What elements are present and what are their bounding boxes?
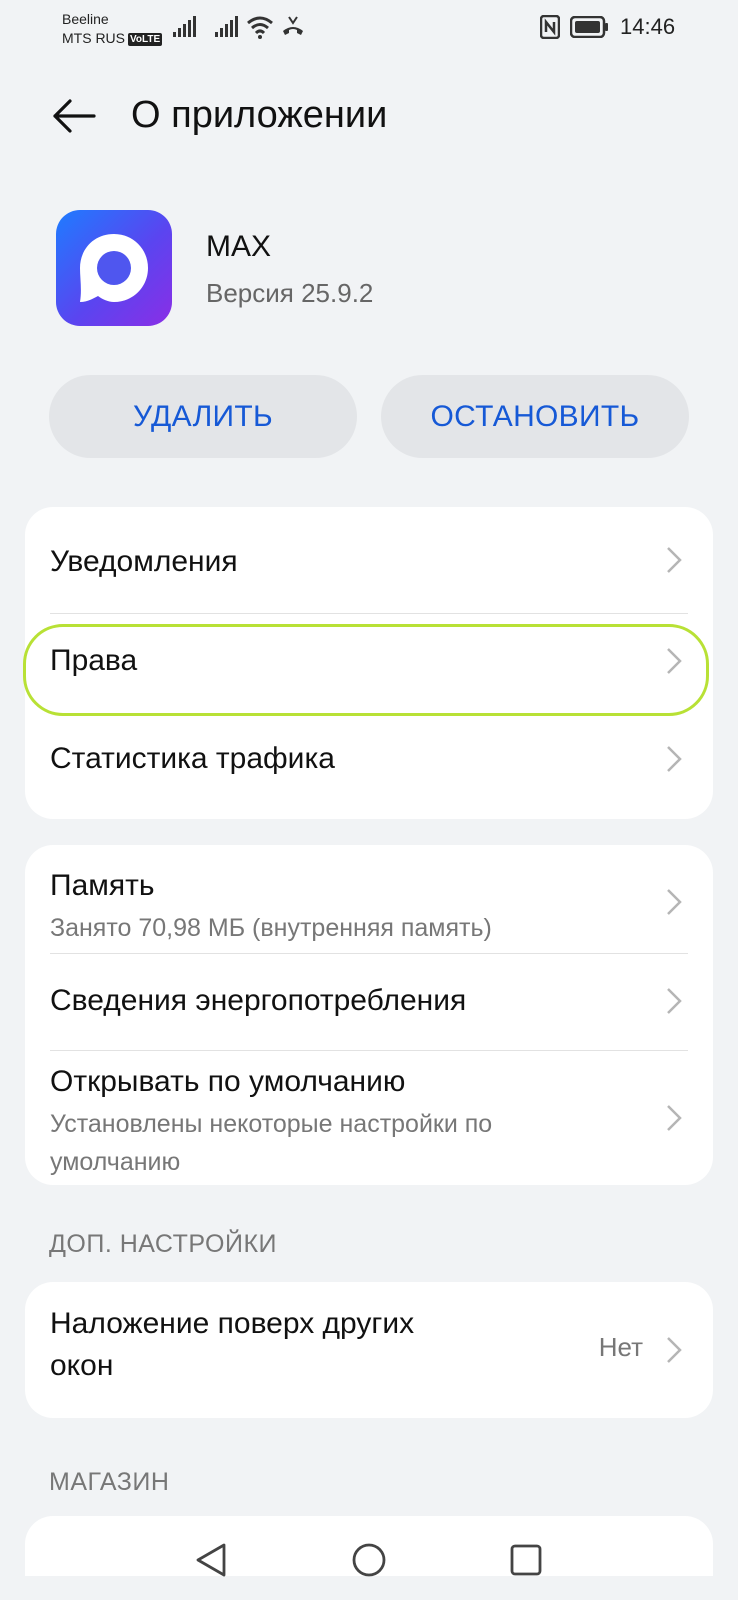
app-name: MAX <box>206 230 272 263</box>
chevron-right-icon <box>667 1105 682 1131</box>
chevron-right-icon <box>667 988 682 1014</box>
row-label: Права <box>50 644 138 677</box>
row-sublabel-2: умолчанию <box>50 1148 181 1176</box>
app-icon <box>56 210 172 326</box>
row-label: Память <box>50 869 155 902</box>
settings-card-extra: Наложение поверх других окон Нет <box>25 1282 713 1418</box>
volte-badge: VoLTE <box>128 33 163 46</box>
app-version: Версия 25.9.2 <box>206 278 374 308</box>
chevron-right-icon <box>667 746 682 772</box>
signal-icon <box>173 16 196 37</box>
row-label: Открывать по умолчанию <box>50 1065 406 1098</box>
row-open-by-default[interactable]: Открывать по умолчанию Установлены некот… <box>25 1051 713 1185</box>
section-title-extra: ДОП. НАСТРОЙКИ <box>49 1230 277 1258</box>
clock: 14:46 <box>620 14 676 39</box>
row-sublabel: Установлены некоторые настройки по <box>50 1110 493 1138</box>
row-label: Наложение поверх других <box>50 1307 415 1340</box>
row-battery-usage[interactable]: Сведения энергопотребления <box>25 954 713 1050</box>
carrier-1: Beeline <box>62 11 109 27</box>
row-notifications[interactable]: Уведомления <box>25 507 713 613</box>
nav-back-button[interactable] <box>183 1532 239 1588</box>
section-title-store: МАГАЗИН <box>49 1468 170 1496</box>
wifi-icon <box>247 16 273 39</box>
max-logo-icon <box>80 234 148 302</box>
arrow-left-icon <box>53 99 96 133</box>
row-sublabel: Занято 70,98 МБ (внутренняя память) <box>50 914 492 942</box>
navigation-bar <box>0 1520 738 1600</box>
settings-card-1: Уведомления Права Статистика трафика <box>25 507 713 819</box>
back-button[interactable] <box>44 86 104 146</box>
header: О приложении <box>0 80 738 150</box>
row-label: Статистика трафика <box>50 742 335 775</box>
uninstall-button[interactable]: УДАЛИТЬ <box>49 375 357 458</box>
chevron-right-icon <box>667 648 682 674</box>
force-stop-button[interactable]: ОСТАНОВИТЬ <box>381 375 689 458</box>
nfc-icon <box>540 15 560 39</box>
row-storage[interactable]: Память Занято 70,98 МБ (внутренняя памят… <box>25 845 713 953</box>
square-recents-icon <box>510 1544 542 1576</box>
overlay-value: Нет <box>598 1332 643 1362</box>
row-overlay[interactable]: Наложение поверх других окон Нет <box>25 1282 713 1418</box>
call-missed-icon <box>283 16 303 35</box>
signal-2-icon <box>215 16 238 37</box>
settings-card-2: Память Занято 70,98 МБ (внутренняя памят… <box>25 845 713 1185</box>
row-permissions[interactable]: Права <box>25 614 713 712</box>
carrier-info: Beeline MTS RUS VoLTE <box>62 10 163 48</box>
row-traffic-stats[interactable]: Статистика трафика <box>25 712 713 819</box>
page-title: О приложении <box>131 94 388 136</box>
status-bar: Beeline MTS RUS VoLTE 14:46 <box>0 0 738 56</box>
battery-icon <box>570 16 608 38</box>
nav-recents-button[interactable] <box>498 1532 554 1588</box>
nav-home-button[interactable] <box>341 1532 397 1588</box>
triangle-back-icon <box>196 1543 226 1577</box>
chevron-right-icon <box>667 889 682 915</box>
row-label: Сведения энергопотребления <box>50 984 467 1017</box>
chevron-right-icon <box>667 1337 682 1363</box>
row-label: Уведомления <box>50 545 238 578</box>
circle-home-icon <box>352 1543 386 1577</box>
row-label-2: окон <box>50 1349 114 1382</box>
carrier-2: MTS RUS <box>62 30 125 46</box>
chevron-right-icon <box>667 547 682 573</box>
